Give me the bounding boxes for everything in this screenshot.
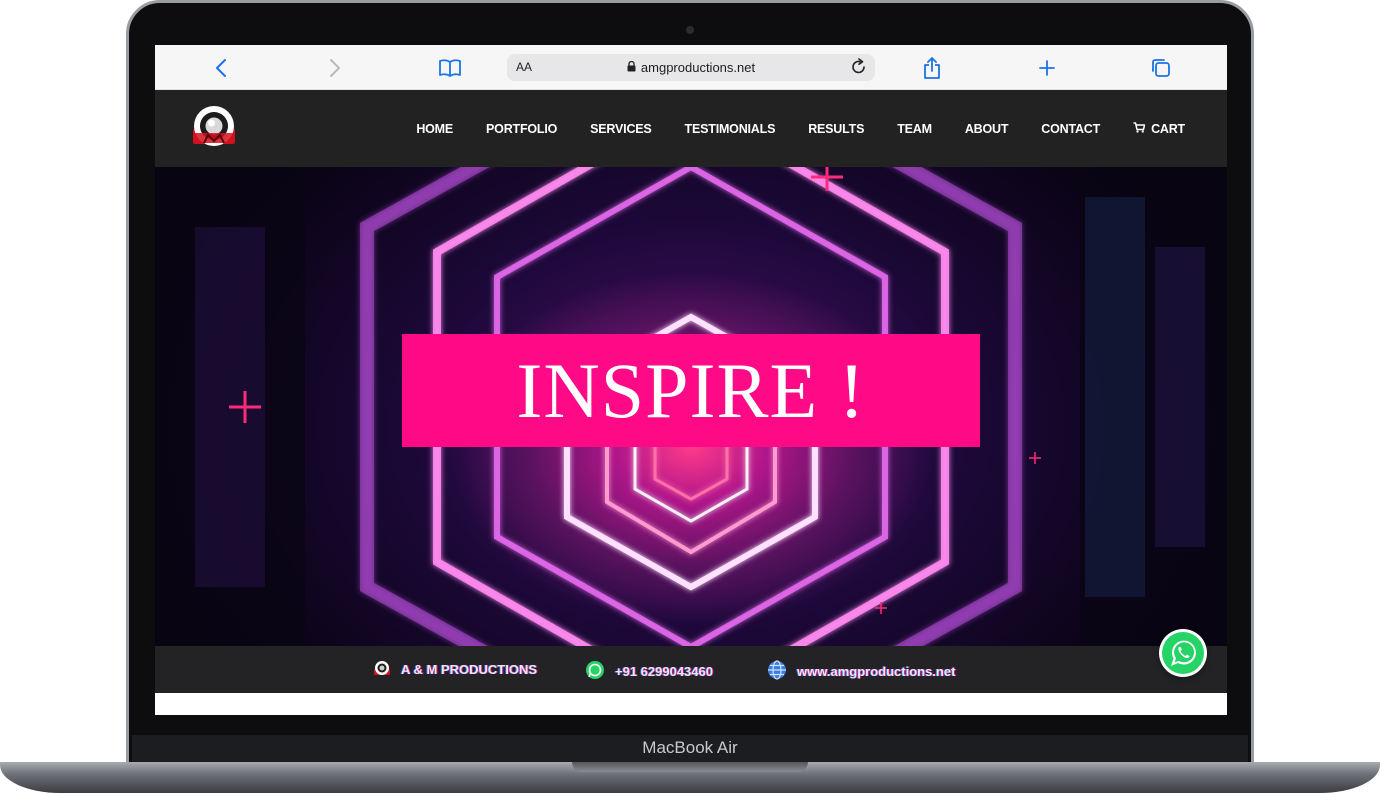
- nav-item-home[interactable]: HOME: [416, 122, 453, 136]
- brand-item: A & M PRODUCTIONS: [373, 660, 537, 679]
- globe-icon: [767, 660, 787, 683]
- share-icon[interactable]: [919, 45, 945, 90]
- laptop-base-notch: [572, 762, 808, 772]
- bookmarks-icon[interactable]: [435, 45, 465, 90]
- nav-item-team[interactable]: TEAM: [897, 122, 932, 136]
- whatsapp-float-icon: [1162, 632, 1204, 674]
- website-url: www.amgproductions.net: [797, 664, 956, 679]
- screen: AA amgproductions.net HOME PORTFOLIO SER…: [155, 45, 1227, 715]
- hero-headline-banner: INSPIRE !: [402, 334, 980, 447]
- forward-icon[interactable]: [323, 45, 347, 90]
- hero-headline: INSPIRE !: [516, 346, 866, 434]
- reload-icon[interactable]: [851, 58, 867, 81]
- nav-item-about[interactable]: ABOUT: [965, 122, 1009, 136]
- nav-item-testimonials[interactable]: TESTIMONIALS: [685, 122, 776, 136]
- address-bar[interactable]: AA amgproductions.net: [507, 54, 875, 81]
- nav-item-results[interactable]: RESULTS: [808, 122, 864, 136]
- camera: [686, 26, 694, 34]
- whatsapp-chat-button[interactable]: [1159, 629, 1207, 677]
- cart-icon: [1133, 121, 1146, 136]
- new-tab-icon[interactable]: [1035, 45, 1059, 90]
- website-item[interactable]: www.amgproductions.net: [767, 660, 955, 683]
- device-model-label: MacBook Air: [642, 738, 738, 757]
- tabs-icon[interactable]: [1149, 45, 1173, 90]
- contact-strip: A & M PRODUCTIONS +91 6299043460 www.amg…: [155, 646, 1227, 693]
- lock-icon: [627, 60, 636, 75]
- back-icon[interactable]: [209, 45, 233, 90]
- site-logo[interactable]: [191, 103, 237, 149]
- whatsapp-icon: [585, 660, 605, 683]
- site-header: HOME PORTFOLIO SERVICES TESTIMONIALS RES…: [155, 90, 1227, 167]
- nav-item-contact[interactable]: CONTACT: [1041, 122, 1100, 136]
- browser-toolbar: AA amgproductions.net: [155, 45, 1227, 90]
- nav-item-services[interactable]: SERVICES: [590, 122, 652, 136]
- brand-name: A & M PRODUCTIONS: [401, 662, 538, 677]
- nav-item-portfolio[interactable]: PORTFOLIO: [486, 122, 557, 136]
- page-bottom-area: [155, 693, 1227, 715]
- cart-label: CART: [1151, 121, 1185, 136]
- brand-logo-icon: [373, 660, 391, 679]
- nav-item-cart[interactable]: CART: [1133, 122, 1185, 136]
- url-text: amgproductions.net: [640, 60, 756, 75]
- phone-number: +91 6299043460: [615, 664, 713, 679]
- main-nav: HOME PORTFOLIO SERVICES TESTIMONIALS RES…: [383, 90, 1185, 167]
- phone-item[interactable]: +91 6299043460: [585, 660, 713, 683]
- hero-section: INSPIRE !: [155, 167, 1227, 646]
